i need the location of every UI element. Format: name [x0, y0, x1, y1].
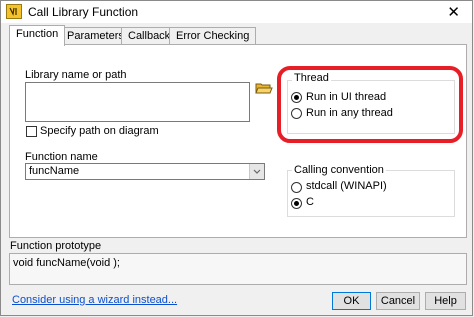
ok-button[interactable]: OK [332, 292, 371, 310]
labview-vi-icon [6, 4, 22, 19]
function-prototype-label: Function prototype [10, 240, 102, 252]
thread-label: Thread [292, 72, 331, 84]
call-library-function-dialog: Call Library Function ✕ Function Paramet… [0, 0, 473, 316]
window-title: Call Library Function [28, 5, 139, 19]
tab-function[interactable]: Function [9, 25, 66, 46]
function-tab-panel: Library name or path Specify path on dia… [9, 44, 467, 238]
folder-open-icon[interactable] [255, 80, 273, 96]
stdcall-label: stdcall (WINAPI) [306, 180, 387, 192]
tab-error-checking[interactable]: Error Checking [169, 27, 257, 44]
cancel-button[interactable]: Cancel [376, 292, 420, 310]
wizard-link[interactable]: Consider using a wizard instead... [12, 294, 177, 306]
function-name-label: Function name [25, 151, 98, 163]
close-icon[interactable]: ✕ [447, 3, 460, 21]
library-path-label: Library name or path [25, 69, 127, 81]
calling-convention-groupbox [287, 170, 455, 217]
calling-convention-label: Calling convention [292, 164, 386, 176]
function-prototype-box: void funcName(void ); [9, 253, 467, 285]
chevron-down-icon[interactable] [249, 164, 264, 179]
stdcall-radio[interactable] [291, 182, 302, 193]
title-bar: Call Library Function ✕ [1, 1, 472, 23]
function-name-combobox[interactable]: funcName [25, 163, 265, 180]
library-path-input[interactable] [25, 82, 250, 122]
run-in-ui-thread-radio[interactable] [291, 92, 302, 103]
function-name-value: funcName [29, 165, 80, 177]
c-convention-radio[interactable] [291, 198, 302, 209]
c-convention-label: C [306, 196, 314, 208]
help-button[interactable]: Help [425, 292, 466, 310]
specify-path-label: Specify path on diagram [40, 125, 159, 137]
specify-path-checkbox[interactable] [26, 126, 37, 137]
run-in-any-thread-radio[interactable] [291, 108, 302, 119]
function-prototype-value: void funcName(void ); [13, 257, 120, 269]
run-in-ui-thread-label: Run in UI thread [306, 91, 387, 103]
run-in-any-thread-label: Run in any thread [306, 107, 393, 119]
